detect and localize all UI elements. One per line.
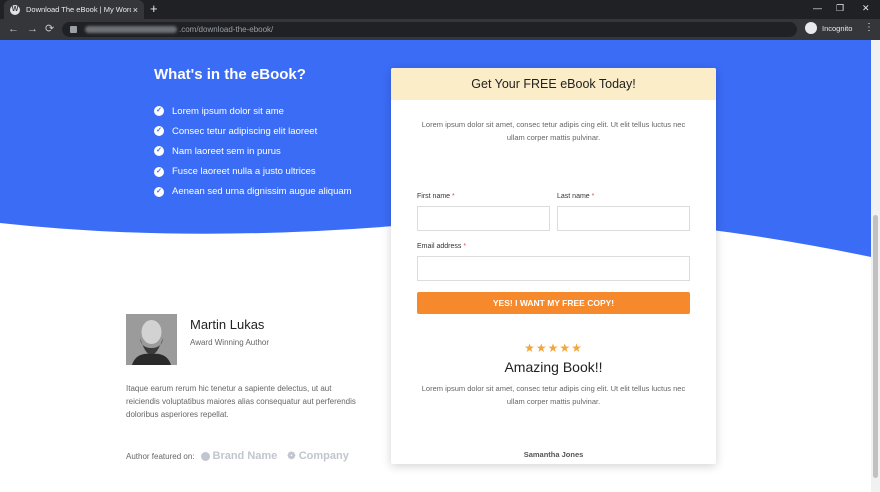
minimize-icon[interactable]: — [813,3,822,13]
author-avatar [126,314,177,365]
check-icon: ✓ [154,126,164,137]
browser-tab-bar: W Download The eBook | My WordPress × + … [0,0,880,19]
incognito-icon [805,22,817,34]
list-item: ✓ Lorem ipsum dolor sit ame [154,101,352,121]
forward-icon[interactable]: → [27,22,38,36]
url-path: .com/download-the-ebook/ [179,25,274,34]
review-text: Lorem ipsum dolor sit amet, consec tetur… [421,384,686,406]
check-icon: ✓ [154,146,164,157]
window-close-icon[interactable]: ✕ [862,3,870,14]
incognito-indicator[interactable]: Incognito [805,22,852,34]
card-heading: Get Your FREE eBook Today! [391,68,716,100]
new-tab-icon[interactable]: + [150,2,158,16]
email-label: Email address * [417,243,467,250]
back-icon[interactable]: ← [8,22,19,36]
list-item: ✓ Nam laoreet sem in purus [154,141,352,161]
tab-title: Download The eBook | My WordPress [26,5,131,14]
browser-toolbar: ← → ⟳ .com/download-the-ebook/ Incognito… [0,19,880,40]
scroll-thumb[interactable] [873,215,878,478]
email-input[interactable] [417,256,690,281]
lock-icon [70,26,77,33]
check-icon: ✓ [154,166,164,177]
signup-card: Get Your FREE eBook Today! Lorem ipsum d… [391,68,716,464]
first-name-label: First name * [417,193,455,200]
list-item: ✓ Fusce laoreet nulla a justo ultrices [154,162,352,182]
rating-stars: ★★★★★ [524,341,583,355]
page-viewport: What's in the eBook? ✓ Lorem ipsum dolor … [0,40,871,492]
address-bar[interactable]: .com/download-the-ebook/ [62,22,797,37]
blurred-domain [85,26,177,33]
list-item: ✓ Consec tetur adipiscing elit laoreet [154,121,352,141]
incognito-label: Incognito [822,23,853,33]
featured-label: Author featured on: [126,451,195,461]
brand-logo: Brand Name [200,450,277,462]
author-role: Award Winning Author [190,338,270,347]
paw-icon: ❁ [287,450,296,462]
browser-tab[interactable]: W Download The eBook | My WordPress × [4,0,144,19]
reviewer-name: Samantha Jones [523,450,584,459]
feature-list: ✓ Lorem ipsum dolor sit ame ✓ Consec tetur… [154,101,352,202]
first-name-input[interactable] [417,206,550,231]
last-name-label: Last name * [557,193,595,200]
author-bio: Itaque earum rerum hic tenetur a sapient… [126,384,356,419]
card-description: Lorem ipsum dolor sit amet, consec tetur… [421,120,686,142]
last-name-input[interactable] [557,206,690,231]
check-icon: ✓ [154,186,164,197]
brand-dot-icon [200,451,210,461]
menu-icon[interactable]: ⋮ [864,22,874,33]
wordpress-icon: W [10,4,20,15]
company-logo: ❁ Company [287,450,349,462]
review-title: Amazing Book!! [504,359,603,375]
check-icon: ✓ [154,106,164,117]
reload-icon[interactable]: ⟳ [45,22,54,36]
hero-title: What's in the eBook? [154,66,306,83]
submit-button[interactable]: YES! I WANT MY FREE COPY! [417,292,690,314]
scrollbar[interactable] [871,40,880,492]
list-item: ✓ Aenean sed urna dignissim augue aliquam [154,182,352,202]
featured-on: Author featured on: Brand Name ❁ Company [126,450,359,462]
tab-close-icon[interactable]: × [133,5,138,15]
restore-icon[interactable]: ❐ [836,3,844,14]
author-name: Martin Lukas [190,317,265,332]
